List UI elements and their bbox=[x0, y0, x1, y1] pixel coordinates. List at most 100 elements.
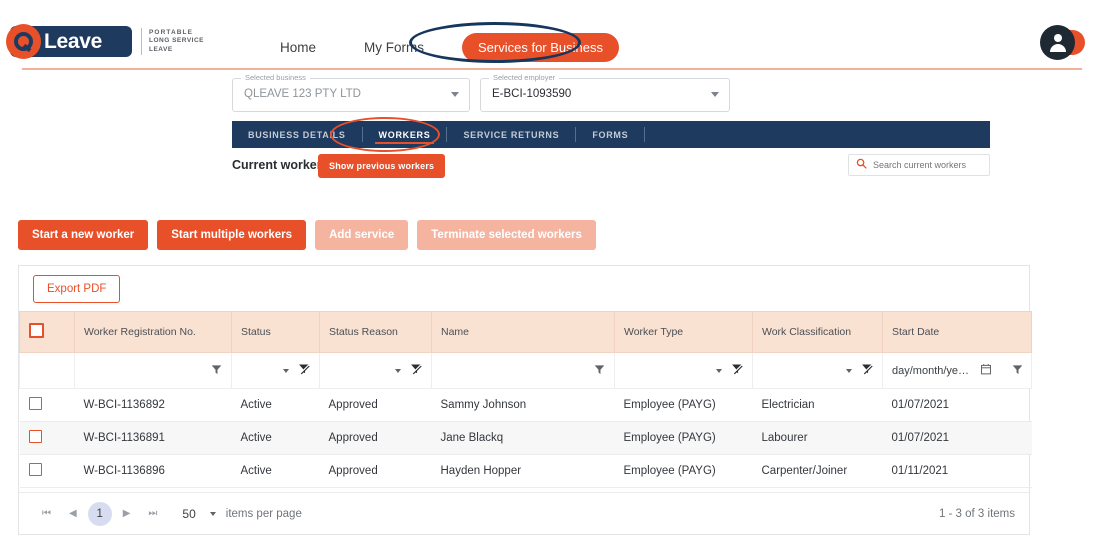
chevron-down-icon[interactable] bbox=[451, 92, 459, 97]
show-previous-workers-button[interactable]: Show previous workers bbox=[318, 154, 446, 178]
logo-tagline-3: LEAVE bbox=[149, 45, 173, 53]
selected-business-value: QLEAVE 123 PTY LTD bbox=[244, 88, 361, 100]
pager-total-label: 1 - 3 of 3 items bbox=[938, 507, 1015, 520]
filter-cell-work-classification bbox=[752, 352, 883, 389]
search-input[interactable] bbox=[873, 160, 973, 170]
site-header: Leave PORTABLE LONG SERVICE LEAVE Home M… bbox=[0, 0, 1103, 70]
table-header-row: Worker Registration No. Status Status Re… bbox=[19, 311, 1032, 353]
header-worker-registration-no[interactable]: Worker Registration No. bbox=[74, 311, 232, 353]
q-mark-icon bbox=[6, 24, 41, 59]
chevron-down-icon[interactable] bbox=[395, 368, 401, 373]
filter-clear-icon[interactable] bbox=[731, 362, 743, 380]
selected-employer-value: E-BCI-1093590 bbox=[492, 88, 572, 100]
chevron-down-icon[interactable] bbox=[209, 511, 216, 516]
nav-item-services-for-business[interactable]: Services for Business bbox=[462, 33, 619, 62]
header-worker-type[interactable]: Worker Type bbox=[614, 311, 753, 353]
table-toolbar: Export PDF bbox=[19, 266, 1029, 311]
cell-worker-type: Employee (PAYG) bbox=[614, 454, 753, 488]
table-row[interactable]: W-BCI-1136892 Active Approved Sammy Johnson… bbox=[19, 388, 1032, 422]
tab-forms[interactable]: FORMS bbox=[576, 121, 644, 148]
selected-employer-dropdown[interactable]: Selected employer E-BCI-1093590 bbox=[480, 73, 730, 112]
pager-prev-icon[interactable]: ◀ bbox=[60, 508, 86, 519]
filter-cell-start-date: day/month/ye… bbox=[882, 352, 1032, 389]
logo-wordmark: Leave bbox=[44, 29, 103, 53]
start-date-filter-input[interactable]: day/month/ye… bbox=[892, 365, 969, 377]
nav-item-my-forms[interactable]: My Forms bbox=[346, 34, 442, 61]
pager-last-icon[interactable]: ⏭ bbox=[139, 508, 166, 519]
tab-service-returns[interactable]: SERVICE RETURNS bbox=[447, 121, 575, 148]
current-workers-title: Current workers bbox=[232, 158, 329, 172]
cell-start-date: 01/07/2021 bbox=[882, 421, 1032, 455]
cell-work-classification: Electrician bbox=[752, 388, 883, 422]
cell-registration: W-BCI-1136891 bbox=[74, 421, 232, 455]
table-row[interactable]: W-BCI-1136891 Active Approved Jane Blackq Em… bbox=[19, 421, 1032, 455]
cell-status: Active bbox=[231, 421, 320, 455]
cell-status: Active bbox=[231, 388, 320, 422]
filter-icon[interactable] bbox=[594, 362, 605, 380]
table-body: W-BCI-1136892 Active Approved Sammy Johnson… bbox=[19, 388, 1032, 488]
header-name[interactable]: Name bbox=[431, 311, 615, 353]
select-all-checkbox[interactable] bbox=[29, 323, 44, 338]
chevron-down-icon[interactable] bbox=[283, 368, 289, 373]
row-checkbox[interactable] bbox=[28, 430, 42, 443]
row-checkbox[interactable] bbox=[28, 397, 42, 410]
cell-name: Jane Blackq bbox=[431, 421, 615, 455]
filter-cell-name bbox=[431, 352, 615, 389]
nav-item-home[interactable]: Home bbox=[250, 34, 346, 61]
cell-name: Sammy Johnson bbox=[431, 388, 615, 422]
terminate-selected-workers-button: Terminate selected workers bbox=[417, 220, 596, 250]
header-status[interactable]: Status bbox=[231, 311, 320, 353]
tab-business-details[interactable]: BUSINESS DETAILS bbox=[232, 121, 362, 148]
cell-status-reason: Approved bbox=[319, 454, 432, 488]
header-work-classification[interactable]: Work Classification bbox=[752, 311, 883, 353]
filter-cell-registration bbox=[74, 352, 232, 389]
workers-table-panel: Export PDF Worker Registration No. Statu… bbox=[18, 265, 1032, 535]
account-avatar-button[interactable] bbox=[1040, 25, 1085, 60]
chevron-down-icon[interactable] bbox=[716, 368, 722, 373]
chevron-down-icon[interactable] bbox=[846, 368, 852, 373]
filter-clear-icon[interactable] bbox=[410, 362, 422, 380]
cell-status-reason: Approved bbox=[319, 388, 432, 422]
header-start-date[interactable]: Start Date bbox=[882, 311, 1032, 353]
filter-cell-empty bbox=[19, 352, 75, 389]
page-size-value[interactable]: 50 bbox=[182, 507, 195, 521]
search-current-workers[interactable] bbox=[848, 154, 990, 176]
filter-icon[interactable] bbox=[211, 362, 222, 380]
cell-registration: W-BCI-1136896 bbox=[74, 454, 232, 488]
row-checkbox[interactable] bbox=[28, 463, 42, 476]
start-multiple-workers-button[interactable]: Start multiple workers bbox=[157, 220, 307, 250]
filter-clear-icon[interactable] bbox=[861, 362, 873, 380]
table-pager: ⏮ ◀ 1 ▶ ⏭ 50 items per page 1 - 3 of 3 i… bbox=[19, 492, 1029, 534]
export-pdf-button[interactable]: Export PDF bbox=[33, 274, 121, 303]
worker-action-buttons: Start a new worker Start multiple worker… bbox=[18, 220, 596, 250]
pager-page-1[interactable]: 1 bbox=[87, 501, 112, 526]
filter-clear-icon[interactable] bbox=[298, 362, 310, 380]
selected-business-dropdown[interactable]: Selected business QLEAVE 123 PTY LTD bbox=[232, 73, 470, 112]
selected-business-label: Selected business bbox=[241, 73, 310, 82]
cell-worker-type: Employee (PAYG) bbox=[614, 421, 753, 455]
cell-registration: W-BCI-1136892 bbox=[74, 388, 232, 422]
pager-first-icon[interactable]: ⏮ bbox=[33, 508, 60, 519]
filter-cell-status-reason bbox=[319, 352, 432, 389]
filter-icon[interactable] bbox=[1012, 362, 1023, 380]
page-root: Leave PORTABLE LONG SERVICE LEAVE Home M… bbox=[0, 0, 1103, 559]
cell-work-classification: Labourer bbox=[752, 421, 883, 455]
tab-workers[interactable]: WORKERS bbox=[363, 121, 447, 148]
row-select-cell bbox=[19, 421, 75, 455]
logo-tagline-1: PORTABLE bbox=[149, 28, 194, 36]
tab-divider bbox=[644, 127, 646, 142]
calendar-icon[interactable] bbox=[980, 362, 992, 380]
start-a-new-worker-button[interactable]: Start a new worker bbox=[18, 220, 149, 250]
pager-next-icon[interactable]: ▶ bbox=[114, 508, 140, 519]
table-row[interactable]: W-BCI-1136896 Active Approved Hayden Hopper… bbox=[19, 454, 1032, 488]
cell-name: Hayden Hopper bbox=[431, 454, 615, 488]
section-tabbar: BUSINESS DETAILS WORKERS SERVICE RETURNS… bbox=[232, 121, 990, 148]
header-status-reason[interactable]: Status Reason bbox=[319, 311, 432, 353]
chevron-down-icon[interactable] bbox=[711, 92, 719, 97]
select-all-header bbox=[19, 311, 75, 353]
qleave-logo[interactable]: Leave PORTABLE LONG SERVICE LEAVE bbox=[6, 24, 204, 59]
cell-start-date: 01/11/2021 bbox=[882, 454, 1032, 488]
selected-employer-label: Selected employer bbox=[489, 73, 560, 82]
logo-divider bbox=[141, 28, 142, 55]
search-icon bbox=[856, 156, 867, 174]
